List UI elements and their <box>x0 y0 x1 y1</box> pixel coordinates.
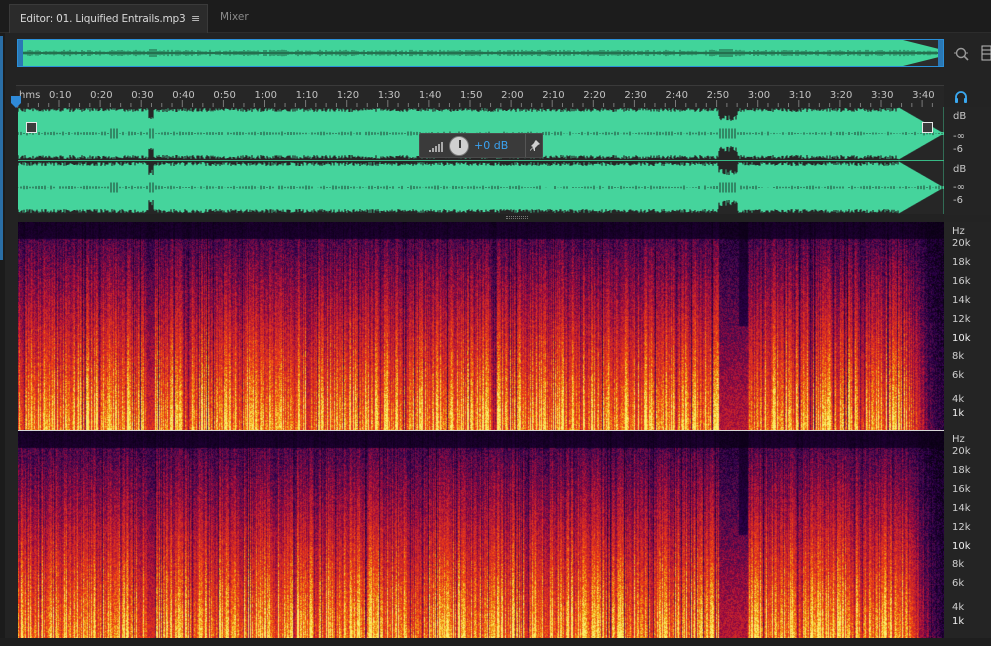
amplitude-scale: dB -∞ -6 dB -∞ -6 <box>944 107 991 215</box>
hz-label: 20k <box>952 238 971 249</box>
db-label: -∞ <box>953 131 965 142</box>
ruler-tick-marks <box>17 100 933 108</box>
level-bars-icon <box>429 142 443 152</box>
hz-label: 6k <box>952 578 965 590</box>
db-label: dB <box>953 111 967 122</box>
hz-label: 14k <box>952 502 971 514</box>
fade-out-handle[interactable] <box>922 122 933 133</box>
hz-label: 16k <box>952 275 971 287</box>
zoom-icon[interactable] <box>954 46 970 62</box>
db-label: -∞ <box>953 182 965 193</box>
hz-label: Hz <box>952 434 965 445</box>
hz-label: 4k <box>952 602 965 614</box>
hz-label: 8k <box>952 351 965 363</box>
volume-hud[interactable]: +0 dB <box>419 133 543 158</box>
hz-label: 8k <box>952 559 965 571</box>
overview-right-handle[interactable] <box>938 40 943 66</box>
hz-label: 16k <box>952 483 971 495</box>
headphone-icon[interactable] <box>954 90 968 104</box>
tab-editor-label: Editor: 01. Liquified Entrails.mp3 <box>20 13 186 25</box>
hz-label: 18k <box>952 464 971 476</box>
tab-menu-icon[interactable]: ≡ <box>191 12 200 25</box>
timeline-ruler[interactable]: hms 0:10 0:20 0:30 0:40 0:50 1:00 1:10 1:20 1:30… <box>16 85 944 108</box>
hz-label: 6k <box>952 370 965 382</box>
bottom-scrollbar[interactable] <box>0 638 991 646</box>
overview-waveform <box>18 40 943 66</box>
hz-label: 10k <box>952 540 971 552</box>
spectrogram-left <box>18 222 944 430</box>
spectrogram-right <box>18 431 944 638</box>
spectral-display-left[interactable] <box>18 222 944 430</box>
db-label: -6 <box>953 195 963 206</box>
db-label: dB <box>953 164 967 175</box>
overview-left-handle[interactable] <box>18 40 23 66</box>
hz-label: 10k <box>952 332 971 344</box>
splitter-grip[interactable] <box>506 216 528 219</box>
volume-value[interactable]: +0 dB <box>474 139 508 152</box>
panel-focus-indicator <box>0 36 3 260</box>
hz-label: 4k <box>952 394 965 406</box>
hz-label: Hz <box>952 226 965 237</box>
hz-label: 20k <box>952 446 971 457</box>
view-splitter[interactable] <box>18 214 944 222</box>
frequency-scale: Hz 20k 18k 16k 14k 12k 10k 8k 6k 4k 1k Hz 20k 18k 16k 1… <box>944 222 991 638</box>
waveform-display[interactable] <box>18 107 944 214</box>
spectral-display-right[interactable] <box>18 431 944 638</box>
hz-label: 12k <box>952 313 971 325</box>
db-label: -6 <box>953 144 963 155</box>
panel-icon[interactable] <box>981 44 991 62</box>
hz-label: 1k <box>952 616 965 628</box>
volume-knob[interactable] <box>449 136 469 156</box>
fade-in-handle[interactable] <box>26 122 37 133</box>
pin-icon[interactable] <box>525 134 543 157</box>
hz-label: 1k <box>952 408 965 420</box>
tab-mixer[interactable]: Mixer <box>220 11 249 23</box>
hz-label: 12k <box>952 521 971 533</box>
hz-label: 18k <box>952 256 971 268</box>
hz-label: 14k <box>952 294 971 306</box>
overview-navigator[interactable] <box>17 39 944 67</box>
channel-separator <box>18 160 944 161</box>
tab-editor[interactable]: Editor: 01. Liquified Entrails.mp3 ≡ <box>9 4 208 33</box>
tab-bar: Editor: 01. Liquified Entrails.mp3 ≡ Mix… <box>0 0 991 33</box>
